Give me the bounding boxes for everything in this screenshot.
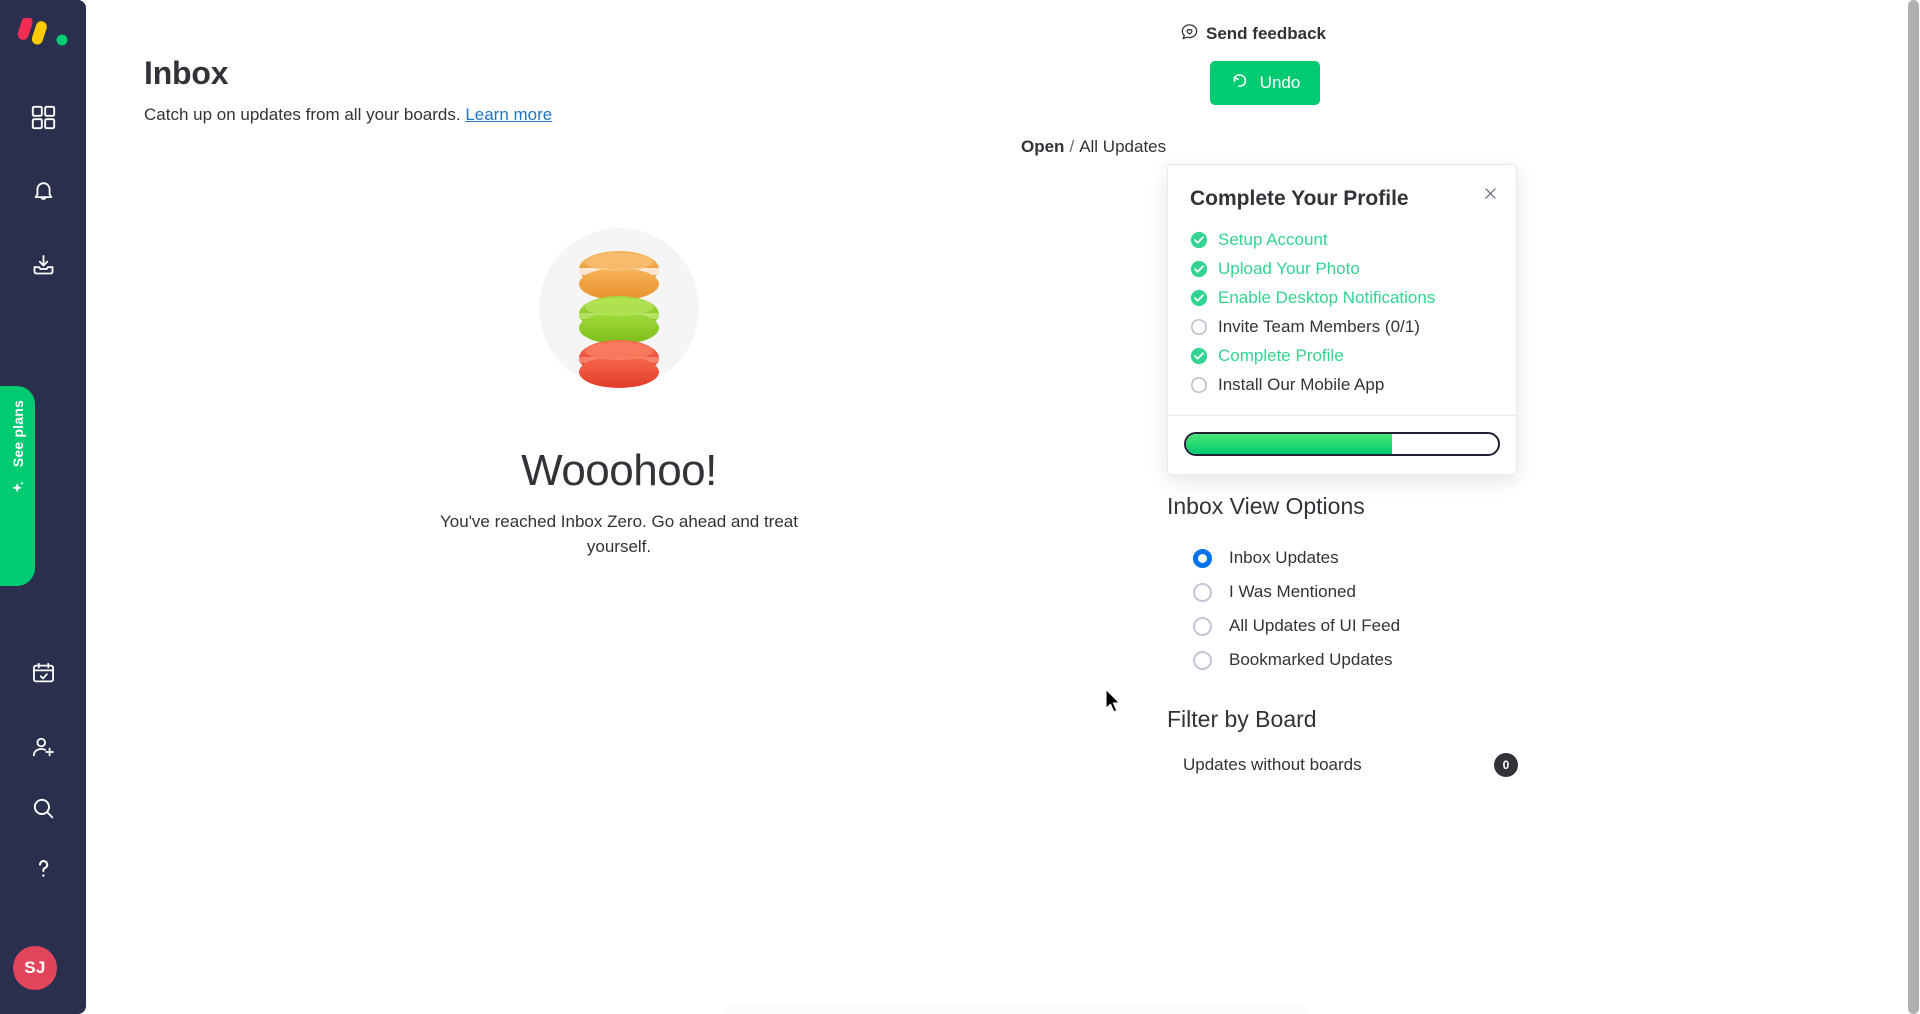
close-icon[interactable] xyxy=(1478,181,1502,205)
radio-label: All Updates of UI Feed xyxy=(1229,616,1401,635)
radio-option-i-was-mentioned[interactable]: I Was Mentioned xyxy=(1193,575,1400,609)
sidebar-item-help[interactable] xyxy=(18,843,68,893)
scrollbar-thumb[interactable] xyxy=(1908,0,1919,1014)
page-subtitle: Catch up on updates from all your boards… xyxy=(144,105,552,125)
avatar[interactable]: SJ xyxy=(13,946,57,990)
radio-label: Bookmarked Updates xyxy=(1229,650,1393,669)
breadcrumb: Open / All Updates xyxy=(1021,137,1166,157)
search-icon xyxy=(30,795,57,822)
complete-your-profile-card: Complete Your Profile Setup Account Uplo… xyxy=(1167,164,1517,475)
undo-button[interactable]: Undo xyxy=(1210,61,1320,105)
page-scrollbar[interactable] xyxy=(1907,0,1920,1014)
check-circle-filled-icon xyxy=(1190,347,1208,365)
profile-card-title: Complete Your Profile xyxy=(1190,187,1409,210)
radio-option-inbox-updates[interactable]: Inbox Updates xyxy=(1193,541,1400,575)
breadcrumb-all-updates[interactable]: All Updates xyxy=(1079,137,1166,157)
help-icon xyxy=(30,855,57,882)
profile-task-label: Setup Account xyxy=(1218,229,1328,249)
inbox-view-options-radio-group: Inbox Updates I Was Mentioned All Update… xyxy=(1193,541,1400,677)
see-plans-button[interactable]: See plans xyxy=(0,386,35,586)
profile-task-invite-team-members[interactable]: Invite Team Members (0/1) xyxy=(1190,312,1494,341)
profile-task-label: Install Our Mobile App xyxy=(1218,374,1385,394)
profile-task-label: Invite Team Members (0/1) xyxy=(1218,316,1420,336)
board-filter-row-updates-without-boards[interactable]: Updates without boards 0 xyxy=(1183,748,1518,782)
undo-arrow-icon xyxy=(1230,70,1251,96)
board-filter-label: Updates without boards xyxy=(1183,755,1362,774)
radio-unselected-icon xyxy=(1193,616,1212,636)
breadcrumb-separator: / xyxy=(1069,137,1075,156)
see-plans-label: See plans xyxy=(9,400,26,468)
inbox-view-options-title: Inbox View Options xyxy=(1167,493,1365,519)
radio-selected-icon xyxy=(1193,548,1212,568)
learn-more-link[interactable]: Learn more xyxy=(465,105,552,124)
profile-task-label: Upload Your Photo xyxy=(1218,258,1360,278)
sidebar-item-inbox[interactable] xyxy=(18,240,68,290)
undo-label: Undo xyxy=(1259,73,1301,92)
send-feedback-button[interactable]: Send feedback xyxy=(1180,22,1326,46)
empty-state-message: You've reached Inbox Zero. Go ahead and … xyxy=(440,512,798,556)
monday-logo[interactable] xyxy=(17,16,69,48)
radio-label: I Was Mentioned xyxy=(1229,582,1356,601)
sidebar-item-search[interactable] xyxy=(18,783,68,833)
profile-task-complete-profile[interactable]: Complete Profile xyxy=(1190,341,1494,370)
radio-unselected-icon xyxy=(1193,650,1212,670)
check-circle-filled-icon xyxy=(1190,260,1208,278)
radio-label: Inbox Updates xyxy=(1229,548,1339,567)
board-filter-count-badge: 0 xyxy=(1494,753,1518,777)
profile-progress-footer xyxy=(1168,415,1516,474)
sidebar-item-invite-members[interactable] xyxy=(18,722,68,772)
radio-option-all-updates-of-ui-feed[interactable]: All Updates of UI Feed xyxy=(1193,609,1400,643)
radio-unselected-icon xyxy=(1193,582,1212,602)
notifications-bell-icon xyxy=(30,178,57,205)
radio-option-bookmarked-updates[interactable]: Bookmarked Updates xyxy=(1193,643,1400,677)
main-content: Inbox Catch up on updates from all your … xyxy=(86,0,1920,1014)
send-feedback-label: Send feedback xyxy=(1206,24,1326,43)
circle-empty-icon xyxy=(1190,318,1208,336)
profile-card-body: Complete Your Profile Setup Account Uplo… xyxy=(1168,165,1516,415)
inbox-zero-empty-state: Wooohoo! You've reached Inbox Zero. Go a… xyxy=(394,228,844,559)
sparkle-icon xyxy=(8,477,28,502)
profile-progress-bar xyxy=(1184,432,1500,456)
profile-task-setup-account[interactable]: Setup Account xyxy=(1190,225,1494,254)
my-work-calendar-icon xyxy=(30,660,57,687)
circle-empty-icon xyxy=(1190,376,1208,394)
inbox-tray-icon xyxy=(30,252,57,279)
profile-task-upload-photo[interactable]: Upload Your Photo xyxy=(1190,254,1494,283)
sidebar-item-my-work[interactable] xyxy=(18,648,68,698)
filter-by-board-title: Filter by Board xyxy=(1167,706,1317,732)
profile-task-label: Enable Desktop Notifications xyxy=(1218,287,1436,307)
sidebar-item-notifications[interactable] xyxy=(18,166,68,216)
boards-icon xyxy=(30,104,57,131)
macaron-stack-illustration xyxy=(539,228,699,418)
invite-members-icon xyxy=(30,734,57,761)
profile-task-label: Complete Profile xyxy=(1218,345,1344,365)
breadcrumb-open[interactable]: Open xyxy=(1021,137,1064,157)
profile-progress-fill xyxy=(1186,434,1392,454)
avatar-initials: SJ xyxy=(24,958,46,977)
page-title: Inbox xyxy=(144,55,229,91)
feedback-heart-bubble-icon xyxy=(1180,22,1199,46)
empty-state-title: Wooohoo! xyxy=(521,446,717,495)
page-subtitle-text: Catch up on updates from all your boards… xyxy=(144,105,461,124)
bottom-edge-strip xyxy=(726,1006,1306,1014)
profile-task-enable-desktop-notifications[interactable]: Enable Desktop Notifications xyxy=(1190,283,1494,312)
check-circle-filled-icon xyxy=(1190,289,1208,307)
check-circle-filled-icon xyxy=(1190,231,1208,249)
profile-task-install-mobile-app[interactable]: Install Our Mobile App xyxy=(1190,370,1494,399)
sidebar-item-boards[interactable] xyxy=(18,92,68,142)
